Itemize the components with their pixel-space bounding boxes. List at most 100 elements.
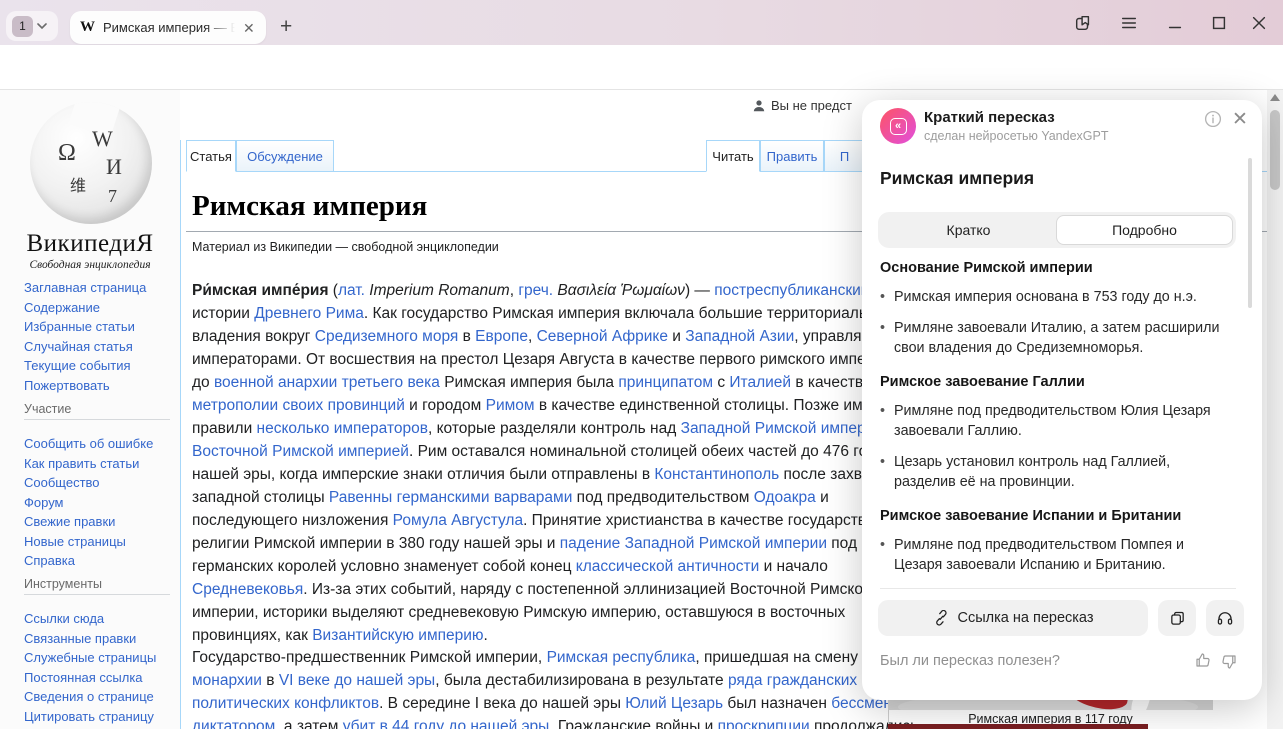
scroll-up-arrow[interactable]	[1270, 94, 1280, 101]
wiki-link[interactable]: Средиземного моря	[315, 328, 459, 345]
copy-summary-button[interactable]	[1158, 600, 1196, 636]
browser-toolbar: Я ru.wikipedia.org Римская империя — Вик…	[0, 45, 1283, 90]
tab-list-button[interactable]: 1	[6, 11, 58, 41]
wiki-link[interactable]: Юлий Цезарь	[625, 695, 723, 712]
wiki-link[interactable]: принципатом	[618, 374, 713, 391]
sidebar-link[interactable]: Справка	[24, 551, 174, 571]
new-tab-button[interactable]: +	[280, 16, 292, 37]
page-scrollbar[interactable]	[1267, 90, 1283, 729]
wiki-link[interactable]: постреспубликанский	[714, 282, 869, 299]
sidebar-link[interactable]: Служебные страницы	[24, 648, 174, 668]
wiki-link[interactable]: Римом	[486, 397, 535, 414]
sidebar-link[interactable]: Как править статьи	[24, 454, 174, 474]
sidebar-link[interactable]: Пожертвовать	[24, 376, 174, 396]
wiki-link[interactable]: Ромула Августула	[393, 512, 523, 529]
tab-brief[interactable]: Кратко	[881, 215, 1056, 245]
summary-section-heading: Римское завоевание Испании и Британии	[880, 508, 1228, 524]
info-icon[interactable]	[1204, 110, 1222, 128]
tab-article[interactable]: Статья	[186, 140, 236, 172]
wiki-link[interactable]: военной анархии третьего века	[214, 374, 440, 391]
wikipedia-wordmark[interactable]: ВикипедиЯ	[0, 230, 180, 258]
tab-count-badge: 1	[12, 16, 33, 37]
sidebar-link[interactable]: Связанные правки	[24, 629, 174, 649]
wiki-link[interactable]: Равенны	[329, 489, 392, 506]
wiki-link[interactable]: Римская республика	[547, 649, 696, 666]
sidebar-link[interactable]: Форум	[24, 493, 174, 513]
wiki-link[interactable]: падение Западной Римской империи	[560, 535, 827, 552]
window-titlebar: 1 W Римская империя — Ви ✕ +	[0, 0, 1283, 45]
sidebar-nav-tools: Ссылки сюдаСвязанные правкиСлужебные стр…	[24, 609, 174, 726]
browser-tab[interactable]: W Римская империя — Ви ✕	[70, 11, 266, 44]
sidebar-link[interactable]: Текущие события	[24, 356, 174, 376]
summary-bullet: •Римляне завоевали Италию, а затем расши…	[880, 318, 1228, 358]
wiki-link[interactable]: Древнего Рима	[254, 305, 364, 322]
summary-bullet: •Римляне под предводительством Помпея и …	[880, 535, 1228, 575]
wiki-link[interactable]: германскими варварами	[397, 489, 573, 506]
wikipedia-tagline: Свободная энциклопедия	[0, 259, 180, 271]
wiki-link[interactable]: Западной Азии	[685, 328, 794, 345]
menu-icon[interactable]	[1118, 12, 1140, 34]
thumbs-up-icon[interactable]	[1194, 651, 1212, 669]
panel-close-icon[interactable]: ✕	[1232, 108, 1248, 131]
wiki-link[interactable]: лат.	[338, 282, 365, 299]
wiki-link[interactable]: проскрипции	[718, 718, 810, 729]
wiki-sidebar: W Ω И 维 7 ВикипедиЯ Свободная энциклопед…	[0, 90, 180, 729]
summary-bullet: •Цезарь установил контроль над Галлией, …	[880, 452, 1228, 492]
sidebar-link[interactable]: Ссылки сюда	[24, 609, 174, 629]
tab-close-icon[interactable]: ✕	[243, 21, 255, 35]
wiki-link[interactable]: греч.	[518, 282, 553, 299]
wiki-link[interactable]: диктатором	[192, 718, 275, 729]
yandexgpt-gradient-icon: «	[880, 108, 916, 144]
wiki-link[interactable]: Одоакра	[754, 489, 816, 506]
wiki-link[interactable]: убит в 44 году до нашей эры	[343, 718, 550, 729]
sidebar-link[interactable]: Новые страницы	[24, 532, 174, 552]
wiki-link[interactable]: Средневековья	[192, 581, 303, 598]
sidebar-link[interactable]: Свежие правки	[24, 512, 174, 532]
sidebar-link[interactable]: Содержание	[24, 298, 174, 318]
sidebar-link[interactable]: Сообщество	[24, 473, 174, 493]
summary-link-label: Ссылка на пересказ	[958, 610, 1094, 626]
summary-link-button[interactable]: Ссылка на пересказ	[878, 600, 1148, 636]
wiki-link[interactable]: VI веке до нашей эры	[279, 672, 435, 689]
wiki-link[interactable]: Византийскую империю	[312, 627, 483, 644]
maximize-icon[interactable]	[1208, 12, 1230, 34]
window-close-icon[interactable]	[1248, 12, 1270, 34]
summary-section-heading: Основание Римской империи	[880, 260, 1228, 276]
sidebar-link[interactable]: Избранные статьи	[24, 317, 174, 337]
sidebar-link[interactable]: Случайная статья	[24, 337, 174, 357]
sidebar-link[interactable]: Цитировать страницу	[24, 707, 174, 727]
minimize-icon[interactable]	[1164, 12, 1186, 34]
wiki-link[interactable]: метрополии своих провинций	[192, 397, 405, 414]
tab-read[interactable]: Читать	[706, 140, 760, 172]
wikipedia-globe-logo[interactable]: W Ω И 维 7	[30, 102, 152, 224]
wiki-link[interactable]: Западной Римской империей	[681, 420, 892, 437]
sidebar-link[interactable]: Заглавная страница	[24, 278, 174, 298]
wiki-link[interactable]: Италией	[729, 374, 791, 391]
tab-talk[interactable]: Обсуждение	[236, 140, 334, 172]
wiki-link[interactable]: политических конфликтов	[192, 695, 379, 712]
tab-detailed[interactable]: Подробно	[1056, 215, 1233, 245]
wiki-link[interactable]: несколько императоров	[257, 420, 428, 437]
listen-summary-button[interactable]	[1206, 600, 1244, 636]
panel-scrollbar-thumb[interactable]	[1248, 158, 1252, 308]
sidebar-heading-tools: Инструменты	[24, 577, 170, 595]
sidebar-link[interactable]: Сведения о странице	[24, 687, 174, 707]
tab-edit[interactable]: Править	[760, 140, 824, 172]
chevron-down-icon	[37, 21, 47, 31]
side-panels-icon[interactable]	[1072, 12, 1094, 34]
wiki-link[interactable]: классической античности	[576, 558, 759, 575]
tab-history[interactable]: П	[824, 140, 864, 172]
panel-subtitle: сделан нейросетью YandexGPT	[924, 129, 1108, 143]
content-left-border	[180, 140, 181, 729]
wiki-link[interactable]: Европе	[475, 328, 528, 345]
summary-panel: « Краткий пересказ сделан нейросетью Yan…	[862, 100, 1262, 700]
user-login-status[interactable]: Вы не предст	[752, 98, 852, 113]
scrollbar-thumb[interactable]	[1270, 110, 1280, 190]
wiki-link[interactable]: Восточной Римской империей	[192, 443, 409, 460]
wiki-link[interactable]: монархии	[192, 672, 262, 689]
sidebar-link[interactable]: Сообщить об ошибке	[24, 434, 174, 454]
wiki-link[interactable]: Константинополь	[654, 466, 779, 483]
sidebar-link[interactable]: Постоянная ссылка	[24, 668, 174, 688]
wiki-link[interactable]: Северной Африке	[537, 328, 668, 345]
thumbs-down-icon[interactable]	[1220, 653, 1238, 671]
